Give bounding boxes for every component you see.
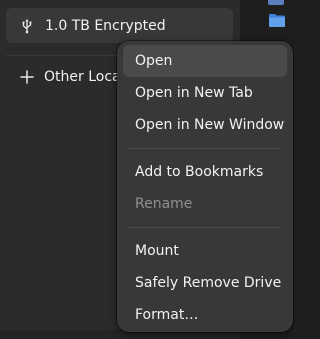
menu-item-open[interactable]: Open: [123, 45, 287, 77]
folder-icon[interactable]: [268, 12, 286, 28]
menu-item-format[interactable]: Format…: [123, 299, 287, 331]
context-menu: Open Open in New Tab Open in New Window Add…: [117, 41, 293, 332]
usb-icon: [19, 18, 35, 34]
file-manager-window: 1.0 TB Encrypted Other Locations Open Ope…: [0, 0, 294, 339]
menu-item-mount[interactable]: Mount: [123, 235, 287, 267]
menu-item-open-in-new-tab[interactable]: Open in New Tab: [123, 77, 287, 109]
menu-item-safely-remove-drive[interactable]: Safely Remove Drive: [123, 267, 287, 299]
drive-label: 1.0 TB Encrypted: [45, 17, 166, 34]
menu-item-open-in-new-window[interactable]: Open in New Window: [123, 109, 287, 141]
menu-separator: [129, 227, 281, 228]
file-icon[interactable]: [268, 0, 284, 5]
menu-separator: [129, 148, 281, 149]
menu-item-rename: Rename: [135, 196, 193, 212]
menu-item-add-to-bookmarks[interactable]: Add to Bookmarks: [123, 156, 287, 188]
sidebar-item-encrypted-drive[interactable]: 1.0 TB Encrypted: [6, 8, 233, 43]
plus-icon: [19, 69, 35, 85]
